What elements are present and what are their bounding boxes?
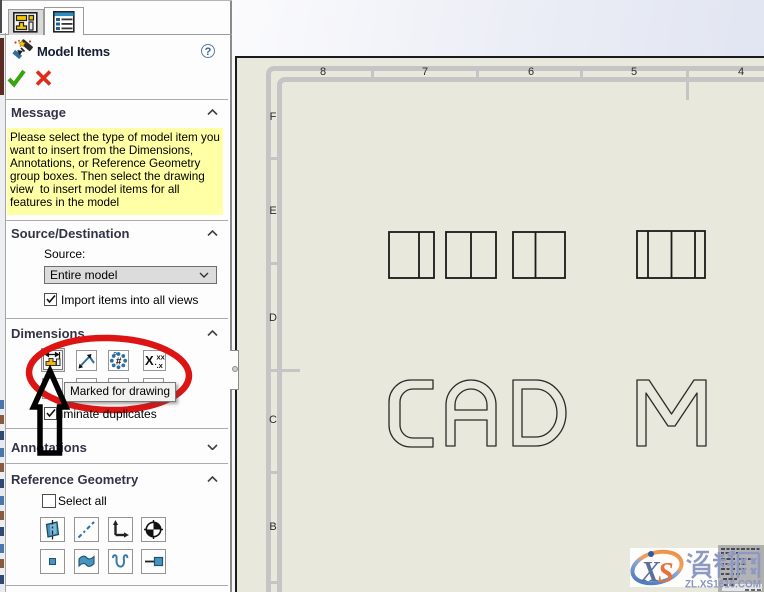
svg-text:S: S [658, 558, 674, 589]
